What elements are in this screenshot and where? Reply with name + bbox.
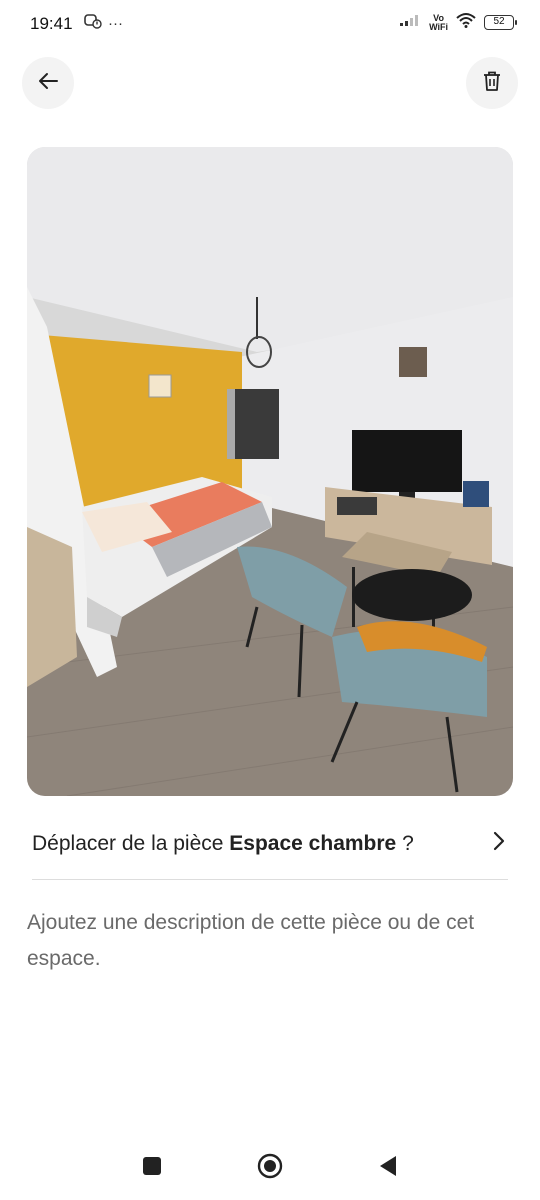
square-icon — [142, 1156, 162, 1181]
home-button[interactable] — [254, 1152, 286, 1184]
arrow-left-icon — [37, 70, 59, 97]
system-nav-bar — [0, 1140, 540, 1196]
status-right-icons: Vo WiFi 52 — [399, 12, 517, 33]
description-input[interactable]: Ajoutez une description de cette pièce o… — [27, 905, 513, 985]
vowifi-icon: Vo WiFi — [429, 12, 448, 32]
room-photo[interactable] — [27, 147, 513, 796]
move-room-text: Déplacer de la pièce Espace chambre ? — [32, 832, 414, 855]
trash-icon — [482, 70, 502, 97]
room-photo-illustration — [27, 147, 513, 796]
status-time: 19:41 — [30, 14, 73, 33]
wifi-icon — [456, 12, 476, 33]
delete-button[interactable] — [466, 57, 518, 109]
notification-icon — [84, 13, 102, 34]
recent-apps-button[interactable] — [136, 1152, 168, 1184]
move-room-button[interactable]: Déplacer de la pièce Espace chambre ? — [32, 818, 510, 870]
signal-icon — [399, 13, 421, 32]
more-notifications-icon: ··· — [108, 15, 123, 32]
battery-icon: 52 — [484, 15, 517, 30]
status-left-icons: ··· — [84, 13, 123, 34]
divider — [32, 879, 508, 880]
status-bar: 19:41 ··· Vo WiFi 52 — [0, 0, 540, 48]
triangle-back-icon — [378, 1155, 398, 1182]
home-circle-icon — [257, 1153, 283, 1184]
back-button[interactable] — [22, 57, 74, 109]
system-back-button[interactable] — [372, 1152, 404, 1184]
chevron-right-icon — [492, 830, 506, 857]
